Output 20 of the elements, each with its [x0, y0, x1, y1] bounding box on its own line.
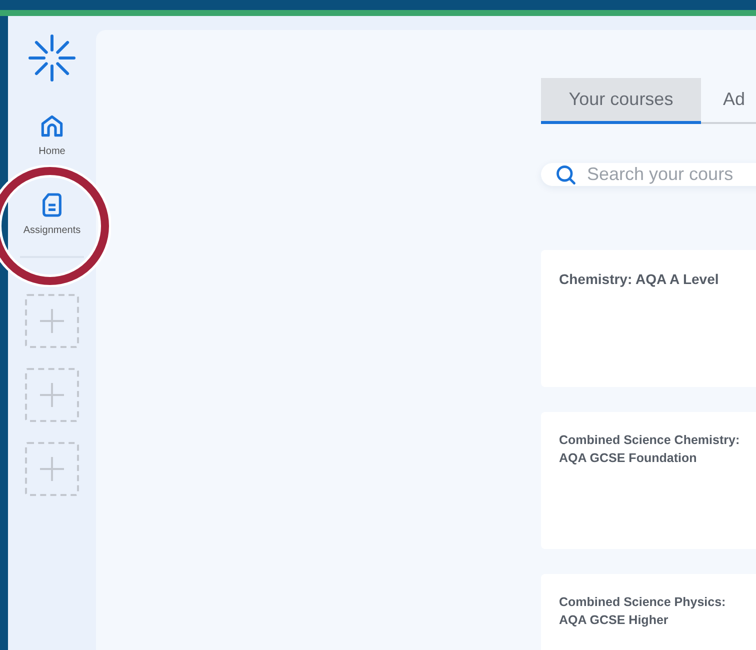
course-title: AQA GCSE Foundation: [559, 450, 698, 466]
search-icon: [555, 164, 577, 186]
course-card[interactable]: Combined Science Chemistry: AQA GCSE Foundation: [541, 412, 756, 549]
course-card[interactable]: Chemistry: AQA A Level: [541, 250, 756, 387]
course-title: Combined Science Chemistry:: [559, 432, 741, 449]
nav-item[interactable]: Home: [12, 104, 92, 163]
course-title: Combined Science Physics:: [559, 594, 727, 611]
plus-icon: [39, 456, 65, 482]
course-title: Chemistry: AQA A Level: [559, 270, 720, 289]
logo-icon: [28, 34, 76, 82]
add-slot-button[interactable]: [25, 442, 79, 496]
plus-icon: [39, 308, 65, 334]
course-card[interactable]: Combined Science Physics: AQA GCSE Higher: [541, 574, 756, 650]
plus-icon: [39, 382, 65, 408]
tab[interactable]: Ad: [701, 78, 756, 124]
tab[interactable]: Your courses: [541, 78, 701, 124]
add-slot-button[interactable]: [25, 294, 79, 348]
search-field[interactable]: Search your cours: [541, 163, 756, 186]
course-title: AQA GCSE Higher: [559, 612, 670, 629]
add-slot-button[interactable]: [25, 368, 79, 422]
